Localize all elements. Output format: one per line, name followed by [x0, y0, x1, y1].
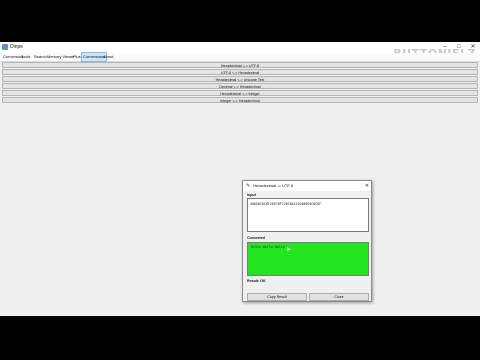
- dialog-title-bar: ✎ Hexadecimal -> UTF-8 ✕: [243, 181, 371, 191]
- copy-result-button[interactable]: Copy Result: [247, 293, 307, 301]
- dialog-title: Hexadecimal -> UTF-8: [253, 183, 294, 188]
- input-field[interactable]: 48656C6C6F20576F726C64212048656C6C6F: [247, 198, 369, 232]
- menu-tools[interactable]: Tools: [20, 53, 31, 61]
- result-status: Result: OK: [247, 279, 266, 283]
- main-window: Dinpe – □ ✕ BUTTONIELZ Conversion Tools …: [0, 42, 480, 316]
- conversion-button-utf8-hex[interactable]: UTF-8 <-> Hexadecimal: [2, 69, 478, 75]
- input-value: 48656C6C6F20576F726C64212048656C6C6F: [250, 202, 322, 206]
- conversion-button-hex-utf8[interactable]: Hexadecimal <-> UTF-8: [2, 62, 478, 68]
- close-button[interactable]: Close: [309, 293, 369, 301]
- conversion-button-int-hex[interactable]: Integer <-> Hexadecimal: [2, 97, 478, 103]
- pen-icon: ✎: [246, 183, 251, 189]
- app-icon: [2, 44, 8, 50]
- menu-bar: Conversion Tools Search Memory Viewer Pl…: [0, 52, 480, 62]
- screen: { "window": { "title": "Dinpe", "waterma…: [0, 0, 480, 360]
- window-title: Dinpe: [10, 44, 24, 50]
- menu-about[interactable]: About: [102, 53, 114, 61]
- conversion-button-dec-hex[interactable]: Decimal <-> Hexadecimal: [2, 83, 478, 89]
- mouse-pointer-icon: ➤: [286, 247, 292, 253]
- conversion-button-hex-int[interactable]: Hexadecimal <-> Integer: [2, 90, 478, 96]
- conversion-button-hex-unicode[interactable]: Hexadecimal <-> Unicode Text: [2, 76, 478, 82]
- output-field[interactable]: Hello World Hello ➤: [247, 242, 369, 276]
- output-value: Hello World Hello: [251, 245, 285, 249]
- dialog-close-icon[interactable]: ✕: [363, 181, 371, 191]
- output-label: Converted: [247, 236, 265, 240]
- content-area: [0, 106, 480, 316]
- conversion-dialog: ✎ Hexadecimal -> UTF-8 ✕ Input 48656C6C6…: [242, 180, 372, 302]
